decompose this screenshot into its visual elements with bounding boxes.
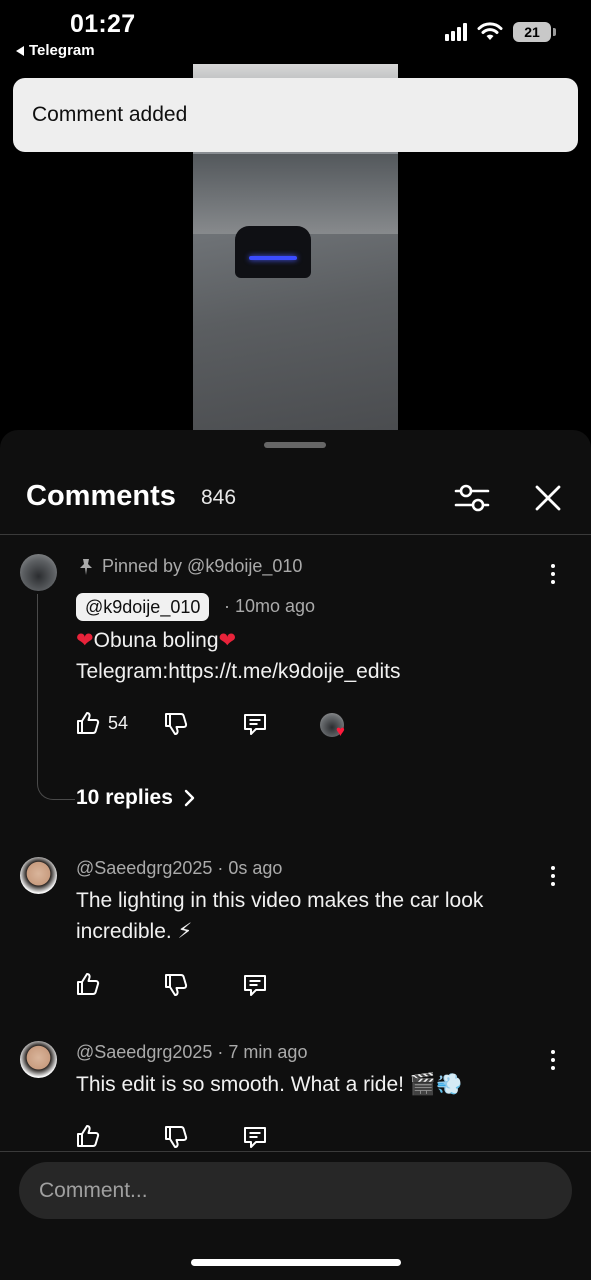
view-replies-button[interactable]: 10 replies — [76, 786, 195, 810]
heart-icon: ❤ — [76, 629, 94, 652]
more-options-button[interactable] — [543, 863, 563, 889]
filter-button[interactable] — [452, 480, 492, 516]
pinned-line1: Obuna boling — [93, 629, 219, 652]
comments-title: Comments — [26, 480, 176, 512]
comment-icon — [244, 1127, 266, 1148]
heart-icon: ❤ — [218, 629, 237, 652]
like-button[interactable] — [75, 971, 101, 997]
thumbs-up-icon — [77, 712, 100, 734]
heart-icon: ♥ — [336, 723, 345, 740]
like-button[interactable] — [75, 1123, 101, 1149]
pinned-by-text: Pinned by @k9doije_010 — [102, 556, 303, 576]
comment-input[interactable] — [19, 1162, 572, 1219]
drag-handle[interactable] — [264, 442, 326, 448]
comment-author[interactable]: @Saeedgrg2025 — [76, 1042, 212, 1062]
more-options-button[interactable] — [543, 561, 563, 587]
battery-level: 21 — [524, 24, 540, 40]
avatar[interactable] — [20, 1041, 57, 1078]
like-count: 54 — [108, 712, 129, 733]
pinned-comment-text: ❤Obuna boling❤ Telegram:https://t.me/k9d… — [76, 625, 401, 687]
dislike-button[interactable] — [163, 711, 189, 737]
comment-author[interactable]: @Saeedgrg2025 — [76, 858, 212, 878]
comment-icon — [244, 714, 266, 735]
thread-line — [37, 594, 75, 800]
close-icon — [535, 485, 561, 511]
input-divider — [0, 1151, 591, 1152]
video-car — [235, 226, 311, 278]
pinned-comment-time: · 10mo ago — [224, 596, 316, 616]
cellular-signal-icon — [445, 23, 467, 41]
pinned-label: Pinned by @k9doije_010 — [78, 556, 302, 577]
pinned-author-chip[interactable]: @k9doije_010 — [76, 593, 210, 621]
dislike-button[interactable] — [163, 972, 189, 998]
thumbs-down-icon — [165, 1126, 188, 1148]
home-indicator[interactable] — [191, 1259, 401, 1266]
comment-line: The lighting in this video makes the car… — [76, 889, 484, 912]
status-time: 01:27 — [70, 10, 136, 38]
comments-header: Comments 846 — [0, 470, 591, 534]
status-icons: 21 — [445, 22, 556, 42]
chevron-right-icon — [184, 789, 195, 807]
thumbs-up-icon — [77, 1125, 100, 1147]
comments-sheet: Comments 846 Pinned by @k9doije_010 @k9d… — [0, 430, 591, 1280]
status-bar: 01:27 Telegram 21 — [0, 0, 591, 64]
comment-time: · 7 min ago — [217, 1042, 308, 1062]
comment-icon — [244, 975, 266, 996]
comment-line: This edit is so smooth. What a ride! 🎬💨 — [76, 1073, 463, 1096]
reply-button[interactable] — [242, 972, 268, 998]
comment-time: · 0s ago — [217, 858, 283, 878]
comment-header: @Saeedgrg2025 · 0s ago — [76, 858, 282, 879]
comment-added-toast: Comment added — [13, 78, 578, 152]
thumbs-down-icon — [165, 713, 188, 735]
like-button[interactable]: 54 — [75, 710, 128, 736]
video-car-light — [249, 256, 297, 260]
creator-heart-badge: ♥ — [320, 713, 352, 743]
pinned-line2: Telegram:https://t.me/k9doije_edits — [76, 660, 401, 683]
toast-message: Comment added — [32, 103, 188, 126]
comments-count: 846 — [201, 486, 237, 509]
pin-icon — [80, 558, 92, 575]
reply-button[interactable] — [242, 711, 268, 737]
more-options-button[interactable] — [543, 1047, 563, 1073]
thumbs-up-icon — [77, 973, 100, 995]
comment-header: @Saeedgrg2025 · 7 min ago — [76, 1042, 307, 1063]
avatar[interactable] — [20, 554, 57, 591]
avatar[interactable] — [20, 857, 57, 894]
close-button[interactable] — [528, 478, 568, 518]
wifi-icon — [477, 22, 503, 40]
sliders-icon — [454, 484, 490, 512]
back-app-label: Telegram — [29, 42, 95, 59]
replies-label: 10 replies — [76, 786, 173, 809]
dislike-button[interactable] — [163, 1124, 189, 1150]
back-to-app-button[interactable]: Telegram — [16, 42, 95, 59]
battery-icon: 21 — [513, 22, 556, 42]
comment-text: This edit is so smooth. What a ride! 🎬💨 — [76, 1069, 462, 1100]
comment-text: The lighting in this video makes the car… — [76, 885, 483, 947]
header-divider — [0, 534, 591, 535]
back-arrow-icon — [16, 45, 24, 56]
comment-line: incredible. ⚡ — [76, 920, 193, 943]
reply-button[interactable] — [242, 1124, 268, 1150]
thumbs-down-icon — [165, 974, 188, 996]
